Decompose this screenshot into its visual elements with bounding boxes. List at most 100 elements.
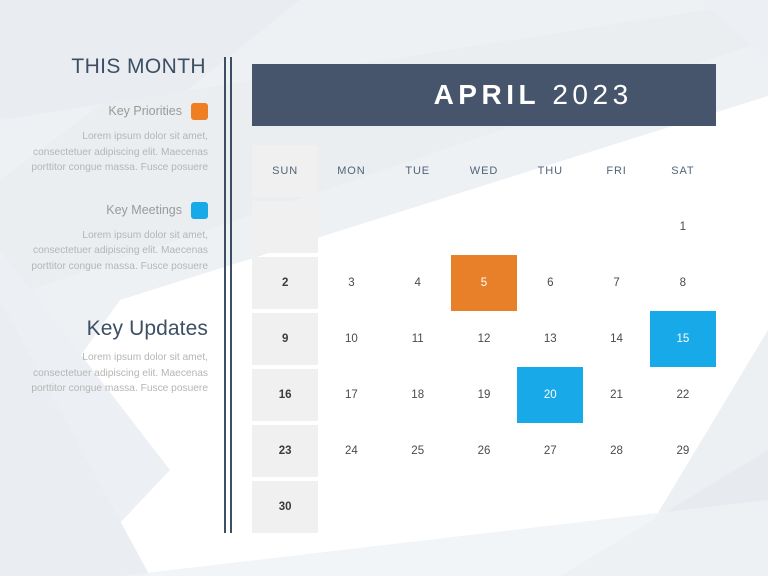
calendar-day-number: 11 <box>411 333 424 345</box>
calendar-day-number <box>517 479 583 535</box>
legend-swatch-blue-icon <box>191 201 208 219</box>
calendar-day-cell[interactable]: 21 <box>583 367 649 423</box>
calendar-empty-cell <box>318 479 384 535</box>
calendar-weekday-label: TUE <box>405 165 431 177</box>
calendar-day-number <box>385 479 451 535</box>
calendar-weekday-label: WED <box>469 165 499 177</box>
calendar-day-cell[interactable]: 12 <box>451 311 517 367</box>
calendar-day-cell[interactable]: 13 <box>517 311 583 367</box>
calendar-day-number <box>385 199 451 255</box>
calendar-day-cell[interactable]: 29 <box>650 423 716 479</box>
calendar-weekday-label: THU <box>537 165 563 177</box>
calendar-empty-cell <box>385 199 451 255</box>
calendar-day-number: 22 <box>676 389 690 401</box>
calendar-day-cell[interactable]: 17 <box>318 367 384 423</box>
calendar-day-number: 25 <box>411 445 425 457</box>
calendar-day-cell[interactable]: 7 <box>583 255 649 311</box>
calendar-day-number: 23 <box>252 425 319 477</box>
calendar-day-cell[interactable]: 28 <box>583 423 649 479</box>
calendar-day-number: 7 <box>613 277 620 289</box>
calendar-grid: SUN MON TUE WED THU FRI SAT 1 2 3 4 5 6 7 8 9 10 11 12 13 14… <box>252 143 716 535</box>
calendar-header: APRIL 2023 <box>252 64 716 126</box>
calendar-day-number: 4 <box>414 277 421 289</box>
calendar-day-number: 20 <box>517 367 584 423</box>
calendar-day-number: 3 <box>348 277 355 289</box>
calendar-day-number <box>318 199 384 255</box>
calendar-day-cell[interactable]: 6 <box>517 255 583 311</box>
legend-item-key-meetings: Key Meetings Lorem ipsum dolor sit amet,… <box>28 201 208 275</box>
legend-row: Key Priorities <box>28 103 208 120</box>
legend-label-key-meetings: Key Meetings <box>106 202 182 217</box>
calendar-day-cell[interactable]: 25 <box>385 423 451 479</box>
calendar-day-cell[interactable]: 4 <box>385 255 451 311</box>
calendar-day-cell[interactable]: 5 <box>450 255 518 311</box>
calendar-day-number: 17 <box>345 389 358 401</box>
calendar-day-number: 27 <box>543 445 557 457</box>
calendar-day-number: 14 <box>610 333 623 345</box>
bg-shape-top-right <box>700 0 768 60</box>
calendar-day-cell[interactable]: 2 <box>252 255 319 311</box>
calendar-day-cell[interactable]: 30 <box>252 479 319 535</box>
calendar-day-number: 28 <box>610 445 623 457</box>
calendar-day-cell[interactable]: 19 <box>451 367 517 423</box>
legend-swatch-orange-icon <box>191 103 208 120</box>
calendar-day-cell[interactable]: 15 <box>649 311 716 367</box>
calendar-day-number: 16 <box>252 369 319 421</box>
calendar-day-cell[interactable]: 20 <box>517 367 584 423</box>
calendar-empty-cell <box>252 199 319 255</box>
calendar-empty-cell <box>318 199 384 255</box>
calendar-day-cell[interactable]: 26 <box>451 423 517 479</box>
calendar-day-cell[interactable]: 18 <box>385 367 451 423</box>
calendar-day-cell[interactable]: 27 <box>517 423 583 479</box>
calendar-empty-cell <box>517 479 583 535</box>
calendar-empty-cell <box>451 479 517 535</box>
calendar-day-cell[interactable]: 1 <box>650 199 716 255</box>
calendar-day-cell[interactable]: 11 <box>385 311 451 367</box>
calendar-day-number: 8 <box>679 277 687 289</box>
legend-body-key-priorities: Lorem ipsum dolor sit amet, consectetuer… <box>31 131 208 173</box>
calendar-empty-cell <box>583 479 649 535</box>
calendar-day-number: 1 <box>679 221 687 233</box>
divider-line-inner <box>230 57 232 533</box>
calendar-year-label: 2023 <box>552 79 633 110</box>
calendar-weekday-header: SUN <box>252 143 319 199</box>
calendar-day-cell[interactable]: 23 <box>252 423 319 479</box>
legend-body-key-meetings: Lorem ipsum dolor sit amet, consectetuer… <box>31 229 208 272</box>
calendar-day-number <box>252 201 319 253</box>
calendar-weekday-label: SUN <box>252 145 319 197</box>
calendar-weekday-header: TUE <box>385 143 451 199</box>
calendar-day-number: 9 <box>252 313 319 365</box>
calendar-day-cell[interactable]: 22 <box>650 367 716 423</box>
calendar-day-cell[interactable]: 16 <box>252 367 319 423</box>
calendar-day-number: 24 <box>345 445 358 457</box>
calendar-day-number: 10 <box>345 333 358 345</box>
calendar-day-cell[interactable]: 3 <box>318 255 384 311</box>
calendar-weekday-label: MON <box>337 165 366 177</box>
key-updates-body: Lorem ipsum dolor sit amet, consectetuer… <box>31 352 208 394</box>
calendar-day-number: 21 <box>610 389 623 401</box>
calendar-month-label: APRIL <box>433 79 541 110</box>
calendar-day-number <box>583 479 649 535</box>
page-title: THIS MONTH <box>71 55 206 78</box>
calendar-day-cell[interactable]: 24 <box>318 423 384 479</box>
calendar-day-cell[interactable]: 9 <box>252 311 319 367</box>
calendar-day-number: 2 <box>252 257 319 309</box>
calendar-weekday-header: MON <box>318 143 384 199</box>
calendar-empty-cell <box>517 199 583 255</box>
calendar: APRIL 2023 SUN MON TUE WED THU FRI SAT 1 2 3 4 5 6 7 8… <box>252 64 716 535</box>
calendar-weekday-label: FRI <box>606 165 627 177</box>
calendar-empty-cell <box>650 479 716 535</box>
calendar-weekday-header: WED <box>451 143 517 199</box>
calendar-day-cell[interactable]: 8 <box>650 255 716 311</box>
calendar-day-number: 15 <box>649 311 716 367</box>
calendar-day-cell[interactable]: 10 <box>318 311 384 367</box>
calendar-day-number <box>517 199 583 255</box>
divider-line-outer <box>224 57 226 533</box>
calendar-year-spacer <box>540 79 552 110</box>
legend-label-key-priorities: Key Priorities <box>108 104 182 119</box>
calendar-day-number: 13 <box>543 333 557 345</box>
calendar-day-number: 29 <box>676 445 690 457</box>
calendar-day-number: 6 <box>547 277 554 289</box>
calendar-title: APRIL 2023 <box>335 53 632 137</box>
calendar-day-cell[interactable]: 14 <box>583 311 649 367</box>
